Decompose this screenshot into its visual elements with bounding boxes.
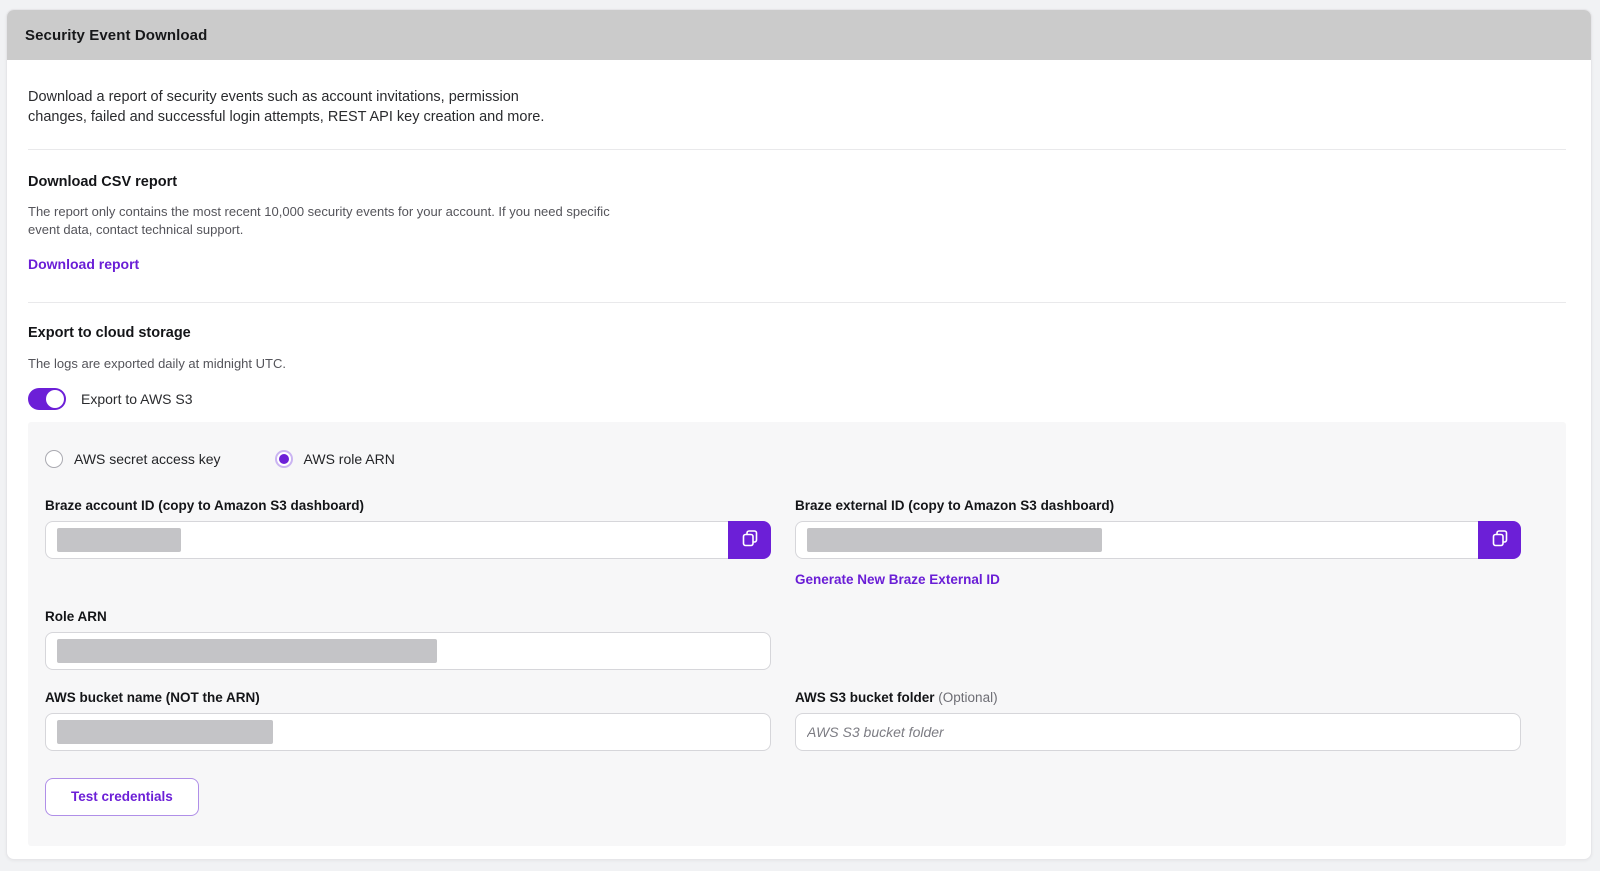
radio-unselected-icon[interactable] — [45, 450, 63, 468]
bucket-name-input[interactable] — [45, 713, 771, 751]
redacted-value — [57, 639, 437, 663]
radio-aws-role-arn[interactable]: AWS role ARN — [275, 450, 395, 468]
radio-selected-icon[interactable] — [275, 450, 293, 468]
bucket-folder-input[interactable] — [795, 713, 1521, 751]
card-body: Download a report of security events suc… — [7, 87, 1591, 846]
credentials-grid: Braze account ID (copy to Amazon S3 dash… — [45, 498, 1549, 751]
csv-section-heading: Download CSV report — [28, 174, 1566, 190]
generate-new-external-id-link[interactable]: Generate New Braze External ID — [795, 572, 1000, 587]
copy-icon — [740, 528, 760, 551]
export-toggle-label: Export to AWS S3 — [81, 391, 193, 407]
field-role-arn: Role ARN — [45, 609, 771, 670]
csv-desc-line-1: The report only contains the most recent… — [28, 203, 1566, 221]
copy-icon — [1490, 528, 1510, 551]
intro-line-1: Download a report of security events suc… — [28, 87, 1566, 107]
download-report-link[interactable]: Download report — [28, 256, 139, 272]
role-arn-input[interactable] — [45, 632, 771, 670]
security-event-download-card: Security Event Download Download a repor… — [6, 9, 1592, 860]
role-arn-input-wrap — [45, 632, 771, 670]
field-label: Braze account ID (copy to Amazon S3 dash… — [45, 498, 771, 513]
copy-external-id-button[interactable] — [1478, 521, 1521, 559]
test-credentials-button[interactable]: Test credentials — [45, 778, 199, 816]
redacted-value — [57, 528, 181, 552]
divider — [28, 302, 1566, 303]
field-braze-external-id: Braze external ID (copy to Amazon S3 das… — [795, 498, 1521, 589]
field-braze-account-id: Braze account ID (copy to Amazon S3 dash… — [45, 498, 771, 559]
divider — [28, 149, 1566, 150]
csv-report-section: Download CSV report The report only cont… — [28, 174, 1566, 274]
braze-external-id-input-wrap — [795, 521, 1521, 559]
field-label: Role ARN — [45, 609, 771, 624]
optional-tag: (Optional) — [938, 690, 997, 705]
field-label: Braze external ID (copy to Amazon S3 das… — [795, 498, 1521, 513]
field-label: AWS bucket name (NOT the ARN) — [45, 690, 771, 705]
radio-label: AWS secret access key — [74, 451, 221, 467]
intro-line-2: changes, failed and successful login att… — [28, 107, 1566, 127]
s3-config-panel: AWS secret access key AWS role ARN Braze… — [28, 422, 1566, 846]
cloud-storage-section: Export to cloud storage The logs are exp… — [28, 325, 1566, 846]
toggle-knob — [46, 390, 64, 408]
field-bucket-name: AWS bucket name (NOT the ARN) — [45, 690, 771, 751]
card-title: Security Event Download — [25, 27, 207, 44]
copy-account-id-button[interactable] — [728, 521, 771, 559]
braze-external-id-input[interactable] — [795, 521, 1478, 559]
field-label-text: AWS S3 bucket folder — [795, 690, 935, 705]
export-toggle-row: Export to AWS S3 — [28, 388, 1566, 410]
field-label: AWS S3 bucket folder (Optional) — [795, 690, 1521, 705]
csv-section-description: The report only contains the most recent… — [28, 203, 1566, 238]
radio-label: AWS role ARN — [304, 451, 395, 467]
card-header: Security Event Download — [7, 10, 1591, 60]
csv-desc-line-2: event data, contact technical support. — [28, 221, 1566, 239]
auth-method-radio-group: AWS secret access key AWS role ARN — [45, 450, 1549, 468]
export-section-description: The logs are exported daily at midnight … — [28, 355, 1566, 373]
radio-aws-secret-access-key[interactable]: AWS secret access key — [45, 450, 221, 468]
export-section-heading: Export to cloud storage — [28, 325, 1566, 341]
export-s3-toggle[interactable] — [28, 388, 66, 410]
braze-account-id-input[interactable] — [45, 521, 728, 559]
bucket-name-input-wrap — [45, 713, 771, 751]
field-bucket-folder: AWS S3 bucket folder (Optional) — [795, 690, 1521, 751]
intro-text: Download a report of security events suc… — [28, 87, 1566, 127]
braze-account-id-input-wrap — [45, 521, 771, 559]
radio-dot — [279, 454, 289, 464]
redacted-value — [807, 528, 1102, 552]
redacted-value — [57, 720, 273, 744]
